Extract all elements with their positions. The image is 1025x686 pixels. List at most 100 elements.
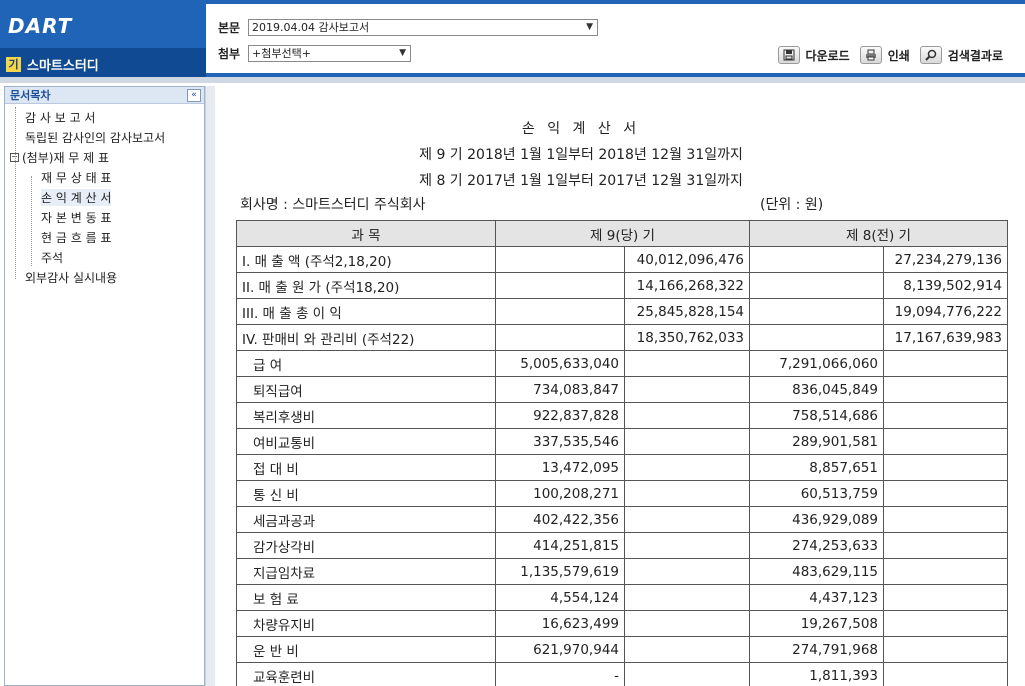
period-current: 제 9 기 2018년 1월 1일부터 2018년 12월 31일까지 (419, 147, 743, 163)
current-detail-amount: - (495, 662, 625, 686)
main-doc-row: 본문 2019.04.04 감사보고서 ▼ (218, 18, 598, 36)
current-detail-amount: 337,535,546 (495, 428, 625, 455)
current-total-amount (624, 480, 750, 507)
toc-item-audit-report[interactable]: 감 사 보 고 서 (5, 107, 204, 127)
row-item-label: 세금과공과 (236, 506, 496, 533)
col-header-current: 제 9(당) 기 (495, 220, 750, 247)
table-row: 접 대 비 13,472,095 8,857,651 (236, 454, 1008, 481)
row-item-label: 통 신 비 (236, 480, 496, 507)
row-item-label: III. 매 출 총 이 익 (236, 298, 496, 325)
dropdown-arrow-icon: ▼ (399, 47, 406, 58)
printer-icon (859, 46, 882, 64)
download-label: 다운로드 (805, 48, 850, 63)
table-row: IV. 판매비 와 관리비 (주석22) 18,350,762,033 17,167… (236, 324, 1008, 351)
current-detail-amount (495, 298, 625, 325)
main-doc-label: 본문 (218, 20, 241, 35)
prior-total-amount (883, 376, 1008, 403)
prior-total-amount (883, 636, 1008, 663)
prior-total-amount (883, 584, 1008, 611)
row-item-label: 차량유지비 (236, 610, 496, 637)
toc-item-notes[interactable]: 주석 (5, 247, 204, 267)
toc-item-independent-auditor-report[interactable]: 독립된 감사인의 감사보고서 (5, 127, 204, 147)
row-item-label: I. 매 출 액 (주석2,18,20) (236, 246, 496, 273)
prior-detail-amount: 8,857,651 (749, 454, 884, 481)
prior-detail-amount: 19,267,508 (749, 610, 884, 637)
current-total-amount (624, 402, 750, 429)
row-item-label: 접 대 비 (236, 454, 496, 481)
period-prior: 제 8 기 2017년 1월 1일부터 2017년 12월 31일까지 (419, 173, 743, 189)
table-row: II. 매 출 원 가 (주석18,20) 14,166,268,322 8,139… (236, 272, 1008, 299)
tree-guide-line (15, 107, 16, 279)
row-item-label: 여비교통비 (236, 428, 496, 455)
prior-detail-amount (749, 324, 884, 351)
current-detail-amount: 734,083,847 (495, 376, 625, 403)
toc-item-income-statement[interactable]: 손 익 계 산 서 (5, 187, 204, 207)
logo-text: DART (8, 14, 73, 38)
prior-detail-amount (749, 272, 884, 299)
search-results-label: 검색결과로 (947, 48, 1003, 63)
row-item-label: 운 반 비 (236, 636, 496, 663)
current-detail-amount (495, 272, 625, 299)
prior-total-amount (883, 610, 1008, 637)
row-item-label: 지급임차료 (236, 558, 496, 585)
prior-detail-amount: 758,514,686 (749, 402, 884, 429)
main-doc-select[interactable]: 2019.04.04 감사보고서 ▼ (248, 18, 598, 36)
toc-item-cash-flow[interactable]: 현 금 흐 름 표 (5, 227, 204, 247)
prior-total-amount: 8,139,502,914 (883, 272, 1008, 299)
current-total-amount (624, 532, 750, 559)
current-detail-amount: 13,472,095 (495, 454, 625, 481)
unit-line: (단위 : 원) (760, 197, 824, 213)
document-viewer: 손 익 계 산 서 제 9 기 2018년 1월 1일부터 2018년 12월 … (216, 86, 1025, 686)
download-button[interactable]: 다운로드 (777, 46, 850, 64)
print-button[interactable]: 인쇄 (859, 46, 910, 64)
collapse-sidebar-button[interactable]: « (187, 88, 201, 102)
toc-item-balance-sheet[interactable]: 재 무 상 태 표 (5, 167, 204, 187)
company-name: 스마트스터디 (27, 58, 99, 74)
current-total-amount (624, 558, 750, 585)
row-item-label: 급 여 (236, 350, 496, 377)
row-item-label: II. 매 출 원 가 (주석18,20) (236, 272, 496, 299)
table-row: 보 험 료 4,554,124 4,437,123 (236, 584, 1008, 611)
attach-select[interactable]: +첨부선택+ ▼ (248, 44, 411, 62)
table-row: 감가상각비 414,251,815 274,253,633 (236, 532, 1008, 559)
sidebar-splitter[interactable] (205, 86, 215, 686)
search-results-button[interactable]: 검색결과로 (919, 46, 1003, 64)
current-detail-amount: 621,970,944 (495, 636, 625, 663)
magnifier-icon (919, 46, 942, 64)
dart-logo[interactable]: DART (8, 14, 72, 38)
prior-detail-amount: 274,791,968 (749, 636, 884, 663)
prior-detail-amount: 4,437,123 (749, 584, 884, 611)
print-label: 인쇄 (887, 48, 910, 63)
toc-item-external-audit-details[interactable]: 외부감사 실시내용 (5, 267, 204, 287)
tree-guide-line (31, 176, 32, 266)
row-item-label: 교육훈련비 (236, 662, 496, 686)
prior-total-amount (883, 402, 1008, 429)
current-total-amount (624, 350, 750, 377)
current-total-amount (624, 584, 750, 611)
prior-total-amount (883, 428, 1008, 455)
prior-total-amount (883, 350, 1008, 377)
prior-detail-amount: 436,929,089 (749, 506, 884, 533)
current-total-amount: 25,845,828,154 (624, 298, 750, 325)
income-statement-table: 과 목 제 9(당) 기 제 8(전) 기 I. 매 출 액 (주석2,18,2… (236, 220, 1008, 686)
current-total-amount (624, 428, 750, 455)
toc-title: 문서목차 (10, 89, 51, 102)
attach-row: 첨부 +첨부선택+ ▼ (218, 44, 411, 62)
toc-item-financial-statements[interactable]: − (첨부)재 무 제 표 (5, 147, 204, 167)
col-header-prior: 제 8(전) 기 (749, 220, 1008, 247)
tool-buttons: 다운로드 인쇄 검색결과로 (777, 46, 1003, 64)
row-item-label: IV. 판매비 와 관리비 (주석22) (236, 324, 496, 351)
current-total-amount (624, 454, 750, 481)
table-body: I. 매 출 액 (주석2,18,20) 40,012,096,476 27,234… (236, 246, 1008, 686)
main-doc-select-value: 2019.04.04 감사보고서 (252, 21, 370, 34)
attach-label: 첨부 (218, 46, 241, 61)
table-row: I. 매 출 액 (주석2,18,20) 40,012,096,476 27,234… (236, 246, 1008, 273)
current-total-amount (624, 610, 750, 637)
statement-title: 손 익 계 산 서 (521, 121, 641, 137)
current-detail-amount (495, 246, 625, 273)
toc-item-equity-changes[interactable]: 자 본 변 동 표 (5, 207, 204, 227)
current-total-amount (624, 506, 750, 533)
prior-total-amount (883, 480, 1008, 507)
current-total-amount (624, 636, 750, 663)
company-name-line: 회사명 : 스마트스터디 주식회사 (240, 197, 426, 213)
